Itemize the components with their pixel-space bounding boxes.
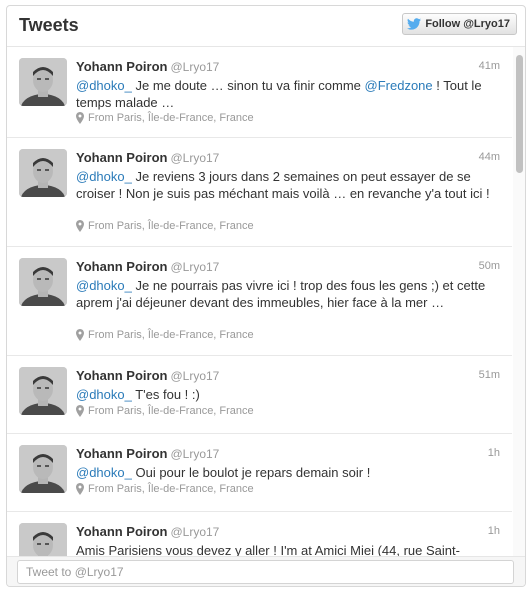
tweet-reply-input[interactable] <box>17 560 514 584</box>
mention-link[interactable]: @dhoko_ <box>76 78 132 93</box>
tweet-item[interactable]: Yohann Poiron @Lryo17 1h Amis Parisiens v… <box>7 512 512 559</box>
tweet-author: Yohann Poiron @Lryo17 <box>76 58 219 76</box>
avatar-photo <box>19 445 67 493</box>
location-pin-icon <box>76 329 84 341</box>
tweet-timestamp[interactable]: 44m <box>479 151 500 163</box>
location-pin-icon <box>76 112 84 124</box>
mention-link[interactable]: @dhoko_ <box>76 278 132 293</box>
reply-footer <box>7 556 525 586</box>
mention-link[interactable]: @Fredzone <box>365 78 433 93</box>
tweet-location: From Paris, Île-de-France, France <box>76 329 254 341</box>
author-handle[interactable]: @Lryo17 <box>170 260 219 274</box>
tweet-text-segment: Je ne pourrais pas vivre ici ! trop des … <box>76 278 486 310</box>
tweet-text-segment: Je reviens 3 jours dans 2 semaines on pe… <box>76 169 490 201</box>
mention-link[interactable]: @dhoko_ <box>76 169 132 184</box>
avatar[interactable] <box>19 523 67 559</box>
tweet-author: Yohann Poiron @Lryo17 <box>76 258 219 276</box>
tweet-text: @dhoko_ T'es fou ! :) <box>76 386 496 403</box>
avatar-photo <box>19 58 67 106</box>
location-pin-icon <box>76 405 84 417</box>
tweet-timestamp[interactable]: 51m <box>479 369 500 381</box>
tweet-text: @dhoko_ Je ne pourrais pas vivre ici ! t… <box>76 277 496 311</box>
avatar-photo <box>19 149 67 197</box>
tweet-item[interactable]: Yohann Poiron @Lryo17 50m @dhoko_ Je ne p… <box>7 247 512 356</box>
author-handle[interactable]: @Lryo17 <box>170 525 219 539</box>
avatar[interactable] <box>19 258 67 306</box>
author-name[interactable]: Yohann Poiron <box>76 524 167 539</box>
timeline-title: Tweets <box>19 15 79 35</box>
timeline-header: Tweets Follow @Lryo17 <box>7 6 525 47</box>
location-pin-icon <box>76 220 84 232</box>
tweet-location: From Paris, Île-de-France, France <box>76 405 254 417</box>
author-name[interactable]: Yohann Poiron <box>76 259 167 274</box>
tweet-author: Yohann Poiron @Lryo17 <box>76 367 219 385</box>
tweet-timestamp[interactable]: 41m <box>479 60 500 72</box>
tweet-location: From Paris, Île-de-France, France <box>76 112 254 124</box>
location-label: From Paris, Île-de-France, France <box>88 405 254 417</box>
tweet-text: @dhoko_ Je me doute … sinon tu va finir … <box>76 77 496 111</box>
mention-link[interactable]: @dhoko_ <box>76 465 132 480</box>
tweet-location: From Paris, Île-de-France, France <box>76 483 254 495</box>
tweet-author: Yohann Poiron @Lryo17 <box>76 445 219 463</box>
avatar[interactable] <box>19 149 67 197</box>
author-handle[interactable]: @Lryo17 <box>170 447 219 461</box>
feed-scrollbar[interactable] <box>513 47 525 559</box>
tweet-text: @dhoko_ Oui pour le boulot je repars dem… <box>76 464 496 481</box>
author-handle[interactable]: @Lryo17 <box>170 151 219 165</box>
tweet-text-segment: T'es fou ! :) <box>131 387 200 402</box>
tweet-item[interactable]: Yohann Poiron @Lryo17 44m @dhoko_ Je revi… <box>7 138 512 247</box>
location-label: From Paris, Île-de-France, France <box>88 112 254 124</box>
location-label: From Paris, Île-de-France, France <box>88 483 254 495</box>
tweet-feed: Yohann Poiron @Lryo17 41m @dhoko_ Je me d… <box>7 47 512 559</box>
scrollbar-thumb[interactable] <box>516 55 523 173</box>
location-pin-icon <box>76 483 84 495</box>
avatar[interactable] <box>19 58 67 106</box>
tweet-text-segment: Je me doute … sinon tu va finir comme <box>131 78 365 93</box>
avatar-photo <box>19 258 67 306</box>
author-name[interactable]: Yohann Poiron <box>76 446 167 461</box>
tweet-timestamp[interactable]: 1h <box>488 447 500 459</box>
follow-button[interactable]: Follow @Lryo17 <box>402 13 517 35</box>
tweet-text: @dhoko_ Je reviens 3 jours dans 2 semain… <box>76 168 496 202</box>
tweet-author: Yohann Poiron @Lryo17 <box>76 523 219 541</box>
tweet-timestamp[interactable]: 1h <box>488 525 500 537</box>
avatar-photo <box>19 523 67 559</box>
tweet-location: From Paris, Île-de-France, France <box>76 220 254 232</box>
tweet-item[interactable]: Yohann Poiron @Lryo17 41m @dhoko_ Je me d… <box>7 47 512 138</box>
author-name[interactable]: Yohann Poiron <box>76 150 167 165</box>
tweet-item[interactable]: Yohann Poiron @Lryo17 51m @dhoko_ T'es fo… <box>7 356 512 434</box>
timeline-widget: Tweets Follow @Lryo17 Yohann Poiron @Lryo… <box>6 5 526 587</box>
follow-button-label: Follow @Lryo17 <box>425 18 510 30</box>
tweet-text-segment: Oui pour le boulot je repars demain soir… <box>131 465 371 480</box>
author-name[interactable]: Yohann Poiron <box>76 59 167 74</box>
avatar[interactable] <box>19 367 67 415</box>
tweet-timestamp[interactable]: 50m <box>479 260 500 272</box>
twitter-bird-icon <box>407 18 422 30</box>
avatar-photo <box>19 367 67 415</box>
author-name[interactable]: Yohann Poiron <box>76 368 167 383</box>
avatar[interactable] <box>19 445 67 493</box>
author-handle[interactable]: @Lryo17 <box>170 60 219 74</box>
location-label: From Paris, Île-de-France, France <box>88 329 254 341</box>
tweet-author: Yohann Poiron @Lryo17 <box>76 149 219 167</box>
author-handle[interactable]: @Lryo17 <box>170 369 219 383</box>
location-label: From Paris, Île-de-France, France <box>88 220 254 232</box>
tweet-item[interactable]: Yohann Poiron @Lryo17 1h @dhoko_ Oui pour… <box>7 434 512 512</box>
mention-link[interactable]: @dhoko_ <box>76 387 132 402</box>
